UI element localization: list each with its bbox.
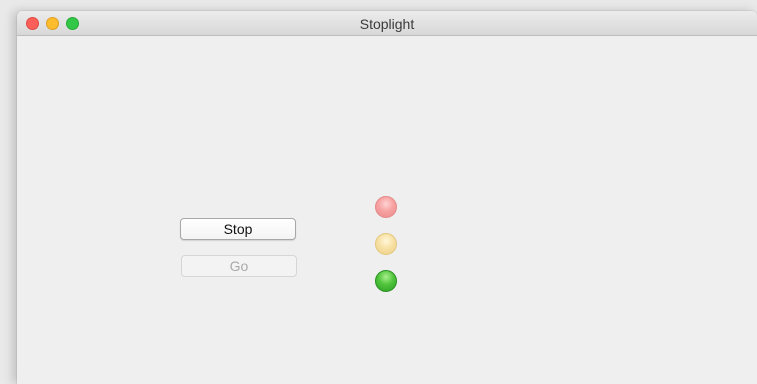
yellow-light (375, 233, 397, 255)
stop-button[interactable]: Stop (180, 218, 296, 240)
desktop: Stoplight Stop Go (0, 0, 757, 384)
window-title: Stoplight (359, 16, 415, 32)
title-bar[interactable]: Stoplight (17, 11, 757, 36)
go-button[interactable]: Go (181, 255, 297, 277)
red-light (375, 196, 397, 218)
green-light (375, 270, 397, 292)
window-content: Stop Go (17, 36, 757, 384)
app-window: Stoplight Stop Go (17, 11, 757, 384)
